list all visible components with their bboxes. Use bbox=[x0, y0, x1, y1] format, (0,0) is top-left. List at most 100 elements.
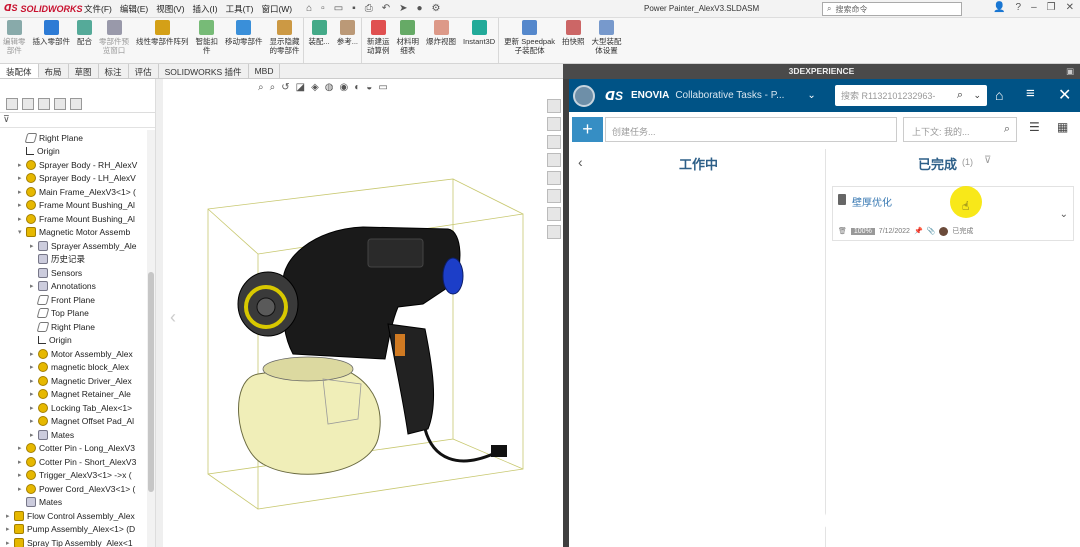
ribbon-button[interactable]: 大型装配 体设置 bbox=[589, 18, 626, 63]
expand-arrow-icon[interactable]: ▸ bbox=[6, 512, 14, 520]
tree-node[interactable]: ▸ Trigger_AlexV3<1> ->x ( bbox=[18, 469, 132, 482]
expand-arrow-icon[interactable]: ▸ bbox=[18, 188, 26, 196]
ribbon-button[interactable]: 材料明 细表 bbox=[394, 18, 424, 63]
ribbon-button[interactable]: 插入零部件 bbox=[30, 18, 75, 63]
compass-icon[interactable] bbox=[573, 84, 595, 107]
tree-node[interactable]: ▸ Flow Control Assembly_Alex bbox=[6, 509, 135, 522]
cm-tab[interactable]: SOLIDWORKS 插件 bbox=[159, 64, 249, 78]
close-icon[interactable]: ✕ bbox=[1066, 2, 1074, 13]
ribbon-button[interactable]: 装配... bbox=[306, 18, 334, 63]
list-view-icon[interactable]: ☰ bbox=[1029, 120, 1040, 134]
ribbon-button[interactable]: 参考... bbox=[334, 18, 363, 63]
expand-arrow-icon[interactable]: ▸ bbox=[18, 444, 26, 452]
3dexperience-tab-icon[interactable] bbox=[547, 207, 561, 221]
expand-arrow-icon[interactable]: ▸ bbox=[30, 363, 38, 371]
ribbon-button[interactable]: 配合 bbox=[74, 18, 96, 63]
tree-node[interactable]: ▾ Magnetic Motor Assemb bbox=[18, 226, 130, 239]
search-input[interactable]: 搜索 R1132101232963- ⌕ ⌄ bbox=[835, 85, 987, 106]
context-picker-icon[interactable]: ⌕ bbox=[1004, 123, 1010, 136]
cm-tab[interactable]: MBD bbox=[249, 64, 281, 78]
collaborative-tasks-tab-icon[interactable] bbox=[547, 225, 561, 239]
trash-icon[interactable]: 🗑 bbox=[838, 227, 847, 235]
parts-tab-icon[interactable] bbox=[547, 117, 561, 131]
dimxpert-tab-icon[interactable] bbox=[54, 98, 66, 110]
ribbon-button[interactable]: 新建运 动算例 bbox=[364, 18, 394, 63]
context-input[interactable]: 上下文: 我的... ⌕ bbox=[903, 117, 1017, 142]
cm-tab[interactable]: 评估 bbox=[129, 64, 159, 78]
ribbon-button[interactable]: 爆炸视图 bbox=[423, 18, 460, 63]
tree-node[interactable]: 历史记录 bbox=[30, 253, 85, 266]
help-icon[interactable]: ? bbox=[1016, 2, 1022, 13]
expand-arrow-icon[interactable]: ▸ bbox=[18, 215, 26, 223]
ribbon-button[interactable]: Instant3D bbox=[460, 18, 500, 63]
add-task-button[interactable]: + bbox=[572, 117, 603, 142]
search-icon[interactable]: ⌕ bbox=[957, 89, 963, 102]
tree-filter[interactable]: ⊽ bbox=[0, 114, 155, 128]
ribbon-button[interactable]: 拍快照 bbox=[559, 18, 589, 63]
home-tab-icon[interactable] bbox=[547, 99, 561, 113]
tree-node[interactable]: Sensors bbox=[30, 266, 82, 279]
expand-arrow-icon[interactable]: ▸ bbox=[6, 539, 14, 547]
expand-arrow-icon[interactable]: ▸ bbox=[30, 390, 38, 398]
tree-node[interactable]: ▸ Magnet Offset Pad_Al bbox=[30, 415, 134, 428]
menu-item[interactable]: 视图(V) bbox=[156, 3, 184, 15]
chevron-down-icon[interactable]: ⌄ bbox=[1060, 209, 1068, 220]
tree-node[interactable]: ▸ Locking Tab_Alex<1> bbox=[30, 401, 132, 414]
home-icon[interactable]: ⌂ bbox=[306, 3, 312, 14]
open-icon[interactable]: ▭ bbox=[334, 3, 343, 14]
tree-node[interactable]: ▸ Annotations bbox=[30, 280, 96, 293]
rebuild-icon[interactable]: ● bbox=[417, 3, 423, 14]
menu-item[interactable]: 编辑(E) bbox=[120, 3, 148, 15]
select-icon[interactable]: ➤ bbox=[399, 3, 407, 14]
spray-gun-model[interactable] bbox=[163, 79, 563, 547]
tree-node[interactable]: ▸ Magnetic Driver_Alex bbox=[30, 374, 132, 387]
tree-node[interactable]: ▸ Spray Tip Assembly_Alex<1 bbox=[6, 536, 133, 547]
tree-node[interactable]: ▸ Magnet Retainer_Ale bbox=[30, 388, 131, 401]
cm-tab[interactable]: 草图 bbox=[69, 64, 99, 78]
feature-manager-tab-icon[interactable] bbox=[6, 98, 18, 110]
viewport-left-arrow-icon[interactable]: ‹ bbox=[170, 307, 176, 328]
app-title[interactable]: Collaborative Tasks - P... bbox=[675, 90, 803, 101]
tree-node[interactable]: ▸ Main Frame_AlexV3<1> ( bbox=[18, 185, 136, 198]
tree-node[interactable]: ▸ Sprayer Body - LH_AlexV bbox=[18, 172, 136, 185]
pane-splitter[interactable] bbox=[155, 79, 163, 547]
ribbon-button[interactable]: 零部件预 览窗口 bbox=[96, 18, 133, 63]
menu-icon[interactable]: ≡ bbox=[1026, 85, 1035, 102]
tree-scroll-thumb[interactable] bbox=[148, 272, 154, 492]
tree-node[interactable]: ▸ magnetic block_Alex bbox=[30, 361, 129, 374]
ribbon-button[interactable]: 更新 Speedpak 子装配体 bbox=[501, 18, 559, 63]
tree-node[interactable]: ▸ Frame Mount Bushing_Al bbox=[18, 199, 135, 212]
cm-tab[interactable]: 标注 bbox=[99, 64, 129, 78]
ribbon-button[interactable]: 显示隐藏 的零部件 bbox=[267, 18, 304, 63]
task-title[interactable]: 壁厚优化 bbox=[852, 194, 892, 209]
tree-node[interactable]: ▸ Pump Assembly_Alex<1> (D bbox=[6, 523, 135, 536]
tree-node[interactable]: ▸ Cotter Pin - Long_AlexV3 bbox=[18, 442, 135, 455]
expand-arrow-icon[interactable]: ▸ bbox=[18, 201, 26, 209]
menu-item[interactable]: 工具(T) bbox=[226, 3, 254, 15]
ribbon-button[interactable]: 编辑零 部件 bbox=[0, 18, 30, 63]
ribbon-button[interactable]: 移动零部件 bbox=[222, 18, 267, 63]
expand-arrow-icon[interactable]: ▸ bbox=[18, 174, 26, 182]
tree-node[interactable]: Origin bbox=[30, 334, 72, 347]
expand-arrow-icon[interactable]: ▸ bbox=[6, 525, 14, 533]
custom-properties-tab-icon[interactable] bbox=[547, 189, 561, 203]
ribbon-button[interactable]: 线性零部件阵列 bbox=[133, 18, 193, 63]
expand-arrow-icon[interactable]: ▸ bbox=[30, 417, 38, 425]
filter-icon[interactable]: ⊽ bbox=[984, 155, 991, 166]
board-view-icon[interactable]: ▦ bbox=[1057, 120, 1068, 134]
tree-node[interactable]: ▸ Mates bbox=[30, 428, 74, 441]
undo-icon[interactable]: ↶ bbox=[382, 3, 390, 14]
restore-icon[interactable]: ❐ bbox=[1047, 2, 1056, 13]
tree-node[interactable]: Front Plane bbox=[30, 293, 95, 306]
expand-arrow-icon[interactable]: ▸ bbox=[30, 282, 38, 290]
tree-node[interactable]: ▸ Sprayer Body - RH_AlexV bbox=[18, 158, 137, 171]
minimize-icon[interactable]: – bbox=[1031, 2, 1037, 13]
graphics-viewport[interactable]: ⌕ ⌕ ↺ ◪ ◈ ◍ ◉ ◐ ◒ ▭ ‹ bbox=[163, 79, 563, 547]
file-explorer-tab-icon[interactable] bbox=[547, 135, 561, 149]
tree-scrollbar[interactable] bbox=[147, 130, 155, 547]
back-arrow-icon[interactable]: ‹ bbox=[578, 154, 583, 170]
expand-arrow-icon[interactable]: ▸ bbox=[18, 485, 26, 493]
tree-node[interactable]: Right Plane bbox=[18, 131, 83, 144]
expand-arrow-icon[interactable]: ▸ bbox=[30, 404, 38, 412]
menu-item[interactable]: 文件(F) bbox=[84, 3, 112, 15]
